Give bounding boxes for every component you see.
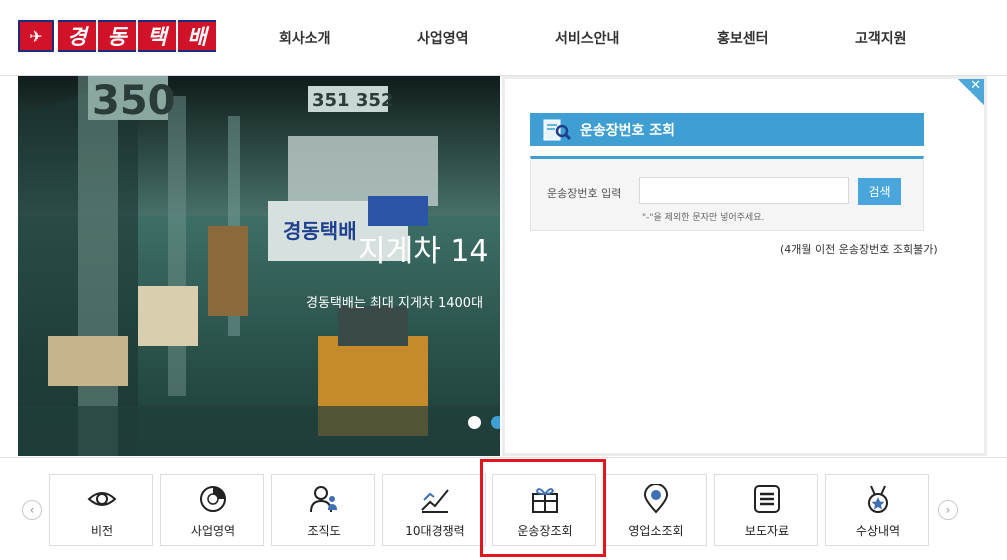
tracking-title: 운송장번호 조회 [580,122,676,139]
document-search-icon [543,119,572,140]
logo-char-1: 경 [58,20,96,52]
tracking-input-label: 운송장번호 입력 [547,187,622,200]
trend-up-icon [421,489,449,513]
hero-title: 지게차 14 [358,234,489,269]
quick-item-press[interactable]: 보도자료 [714,474,818,546]
slide-dot-1[interactable] [468,416,481,429]
location-pin-icon [643,484,669,514]
quick-menu: ‹ 비전 사업영역 조직도 10대경쟁력 운송장조회 영업소조회 보도자료 수상… [0,457,1007,560]
quick-label: 수상내역 [855,524,901,538]
logo-char-4: 배 [178,20,216,52]
nav-pr-center[interactable]: 홍보센터 [717,28,769,48]
quick-label: 보도자료 [744,524,790,538]
close-icon: ✕ [970,78,981,93]
quick-item-awards[interactable]: 수상내역 [825,474,929,546]
quick-item-branch[interactable]: 영업소조회 [603,474,707,546]
search-button[interactable]: 검색 [858,178,901,205]
chevron-right-icon: › [945,503,951,517]
quick-label: 영업소조회 [628,524,684,538]
quick-item-org-chart[interactable]: 조직도 [271,474,375,546]
quick-label: 사업영역 [190,524,236,538]
quick-label: 비전 [90,524,114,538]
runner-logo-icon: ✈ [18,20,54,52]
quick-item-vision[interactable]: 비전 [49,474,153,546]
next-arrow-button[interactable]: › [938,500,958,520]
sign-350: 350 [92,78,176,124]
sign-351-352: 351 352 [312,90,393,111]
prev-arrow-button[interactable]: ‹ [22,500,42,520]
nav-service[interactable]: 서비스안내 [555,28,619,48]
logo[interactable]: ✈ 경 동 택 배 [18,19,221,53]
nav-customer-support[interactable]: 고객지원 [855,28,907,48]
tracking-header: 운송장번호 조회 [530,113,924,146]
tracking-form: 운송장번호 입력 검색 "-"을 제외한 문자만 넣어주세요. [530,156,924,231]
medal-icon [868,485,888,513]
slide-dot-2[interactable] [491,416,500,429]
eye-icon [87,492,117,506]
hero-subtitle: 경동택배는 최대 지게차 1400대 [306,296,484,311]
quick-item-competitiveness[interactable]: 10대경쟁력 [382,474,486,546]
chevron-left-icon: ‹ [29,503,35,517]
truck-label: 경동택배 [283,219,357,243]
people-icon [310,486,337,513]
nav-company[interactable]: 회사소개 [279,28,331,48]
quick-label: 운송장조회 [517,524,573,538]
quick-label: 조직도 [307,524,341,538]
quick-item-business[interactable]: 사업영역 [160,474,264,546]
tracking-panel: ✕ 운송장번호 조회 운송장번호 입력 검색 "-"을 제외한 문자만 넣어주세… [502,76,987,456]
tracking-number-input[interactable] [639,177,849,204]
quick-item-tracking[interactable]: 운송장조회 [492,474,596,546]
logo-char-3: 택 [138,20,176,52]
news-icon [754,485,780,513]
tracking-help-text: "-"을 제외한 문자만 넣어주세요. [642,213,765,223]
gift-box-icon [532,488,558,513]
pie-chart-icon [200,486,226,512]
hero-banner: 350 351 352 경동택배 지게차 14 경동택배는 최대 지게차 140… [18,76,500,456]
quick-label: 10대경쟁력 [405,524,465,538]
tracking-note: (4개월 이전 운송장번호 조회불가) [780,243,938,256]
nav-business[interactable]: 사업영역 [417,28,469,48]
site-header: ✈ 경 동 택 배 회사소개 사업영역 서비스안내 홍보센터 고객지원 [0,0,1007,76]
logo-char-2: 동 [98,20,136,52]
close-button[interactable]: ✕ [958,78,984,105]
